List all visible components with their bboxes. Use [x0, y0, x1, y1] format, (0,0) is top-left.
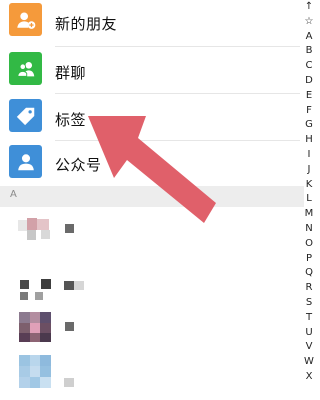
contacts-screen: 新的朋友 群聊 标签 公众号 A ↑ ☆ A B C D E F G H I J…	[0, 0, 315, 400]
pointer-arrow-icon	[88, 116, 216, 223]
